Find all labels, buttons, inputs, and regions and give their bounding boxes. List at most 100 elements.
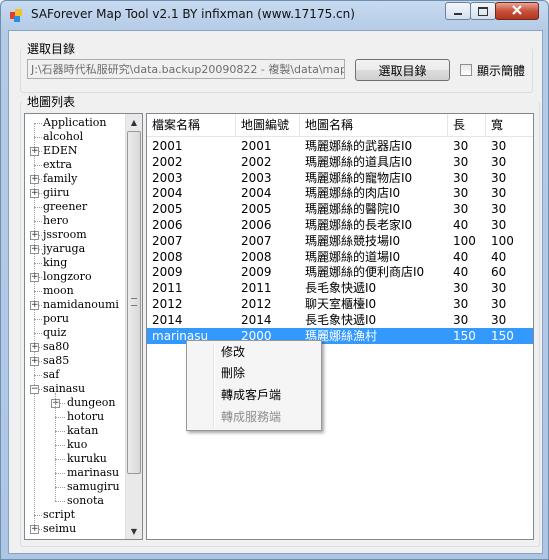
- cell-length: 30: [453, 297, 469, 311]
- scroll-up-arrow-icon[interactable]: ▲: [126, 114, 142, 130]
- tree-node[interactable]: EDEN: [43, 144, 78, 158]
- tree-node[interactable]: saf: [43, 368, 59, 382]
- tree-child-node[interactable]: dungeon: [67, 396, 115, 410]
- tree-child-node[interactable]: marinasu: [67, 466, 119, 480]
- tree-node[interactable]: Application: [43, 116, 106, 130]
- menu-item-edit[interactable]: 修改: [221, 342, 245, 362]
- table-row[interactable]: 2001 2001 瑪麗娜絲的武器店I0 30 30: [147, 138, 533, 154]
- expand-icon[interactable]: +: [30, 147, 39, 156]
- expand-icon[interactable]: +: [30, 357, 39, 366]
- tree-node[interactable]: giiru: [43, 186, 69, 200]
- expand-icon[interactable]: +: [30, 525, 39, 534]
- expand-icon[interactable]: +: [30, 175, 39, 184]
- cell-map-id: 2003: [241, 170, 272, 185]
- tree-vertical-scrollbar[interactable]: ▲ ▼: [125, 114, 142, 539]
- tree-node[interactable]: namidanoumi: [43, 298, 119, 312]
- table-row[interactable]: 2012 2012 聊天室櫃檯I0 30 30: [147, 296, 533, 312]
- cell-length: 100: [453, 233, 476, 248]
- tree-node[interactable]: sainasu: [43, 382, 85, 396]
- grip-icon: [131, 298, 137, 306]
- browse-folder-button[interactable]: 選取目錄: [355, 59, 450, 81]
- tree-node[interactable]: extra: [43, 158, 72, 172]
- tree-node[interactable]: script: [43, 508, 75, 522]
- tree-node[interactable]: sa80: [43, 340, 69, 354]
- tree-branch-line: [34, 207, 42, 208]
- cell-map-id: 2009: [241, 265, 272, 280]
- column-header-map-name[interactable]: 地圖名稱: [300, 114, 448, 136]
- tree-node[interactable]: hero: [43, 214, 68, 228]
- cell-filename: 2009: [152, 265, 183, 280]
- tree-node[interactable]: alcohol: [43, 130, 83, 144]
- table-row[interactable]: 2008 2008 瑪麗娜絲的道場I0 40 40: [147, 249, 533, 265]
- cell-map-id: 2005: [241, 202, 272, 217]
- expand-icon[interactable]: +: [30, 189, 39, 198]
- tree-child-node[interactable]: katan: [67, 424, 98, 438]
- maximize-button[interactable]: [470, 2, 496, 20]
- table-row[interactable]: 2014 2014 長毛象快遞I0 30 30: [147, 312, 533, 328]
- column-header-width[interactable]: 寬: [486, 114, 533, 136]
- column-header-length[interactable]: 長: [448, 114, 486, 136]
- menu-item-to-server: 轉成服務端: [221, 410, 282, 424]
- tree-node[interactable]: seimu: [43, 522, 76, 536]
- tree-node[interactable]: quiz: [43, 326, 66, 340]
- close-button[interactable]: [495, 2, 539, 20]
- cell-map-name: 瑪麗娜絲競技場I0: [305, 233, 401, 248]
- tree-child-node[interactable]: kuruku: [67, 452, 107, 466]
- cell-width: 30: [491, 186, 507, 201]
- show-simplified-checkbox[interactable]: [460, 64, 472, 76]
- menu-item-to-client[interactable]: 轉成客戶端: [221, 385, 281, 405]
- cell-length: 30: [453, 186, 469, 201]
- context-menu: 修改 刪除 轉成客戶端 轉成服務端: [186, 340, 322, 431]
- tree-node[interactable]: greener: [43, 200, 87, 214]
- tree-branch-line: [34, 263, 42, 264]
- cell-filename: 2014: [152, 312, 183, 327]
- tree-node[interactable]: jyaruga: [43, 242, 85, 256]
- tree-branch-line: [34, 221, 42, 222]
- table-row[interactable]: 2002 2002 瑪麗娜絲的道具店I0 30 30: [147, 154, 533, 170]
- scroll-thumb[interactable]: [127, 131, 141, 474]
- tree-child-node[interactable]: sonota: [67, 494, 104, 508]
- expand-icon[interactable]: +: [30, 301, 39, 310]
- tree-node[interactable]: family: [43, 172, 77, 186]
- folder-tree[interactable]: Application alcohol + EDEN extra + family + giir…: [24, 113, 143, 540]
- table-row[interactable]: 2011 2011 長毛象快遞I0 30 30: [147, 280, 533, 296]
- cell-length: 40: [453, 265, 469, 280]
- show-simplified-label: 顯示簡體: [477, 64, 526, 78]
- cell-map-name: 瑪麗娜絲的道場I0: [305, 249, 401, 264]
- table-row[interactable]: 2003 2003 瑪麗娜絲的寵物店I0 30 30: [147, 170, 533, 186]
- tree-child-node[interactable]: samugiru: [67, 480, 120, 494]
- table-row[interactable]: 2004 2004 瑪麗娜絲的肉店I0 30 30: [147, 185, 533, 201]
- tree-node[interactable]: poru: [43, 312, 69, 326]
- expand-icon[interactable]: +: [30, 273, 39, 282]
- client-area: 選取目錄 J:\石器時代私服研究\data.backup20090822 - 複…: [8, 30, 543, 554]
- column-header-filename[interactable]: 檔案名稱: [147, 114, 236, 136]
- tree-node[interactable]: moon: [43, 284, 74, 298]
- expand-icon[interactable]: +: [30, 231, 39, 240]
- tree-node[interactable]: longzoro: [43, 270, 92, 284]
- tree-node[interactable]: sa85: [43, 354, 69, 368]
- scroll-down-arrow-icon[interactable]: ▼: [126, 523, 142, 539]
- tree-node[interactable]: king: [43, 256, 67, 270]
- tree-child-node[interactable]: kuo: [67, 438, 87, 452]
- table-row[interactable]: 2006 2006 瑪麗娜絲的長老家I0 40 30: [147, 217, 533, 233]
- folder-path-field[interactable]: J:\石器時代私服研究\data.backup20090822 - 複製\dat…: [27, 59, 345, 79]
- minimize-button[interactable]: [445, 2, 471, 20]
- title-bar[interactable]: SAForever Map Tool v2.1 BY infixman (www…: [1, 1, 548, 29]
- tree-child-node[interactable]: hotoru: [67, 410, 104, 424]
- table-row[interactable]: 2009 2009 瑪麗娜絲的便利商店I0 40 60: [147, 264, 533, 280]
- map-table[interactable]: 檔案名稱 地圖編號 地圖名稱 長 寬 2001 2001 瑪麗娜絲的武器店I0 30 3…: [146, 113, 534, 540]
- tree-branch-line: [34, 165, 42, 166]
- cell-width: 30: [491, 281, 507, 296]
- table-row[interactable]: 2005 2005 瑪麗娜絲的醫院I0 30 30: [147, 201, 533, 217]
- expand-icon[interactable]: +: [30, 245, 39, 254]
- cell-map-name: 瑪麗娜絲的肉店I0: [305, 186, 401, 201]
- cell-filename: 2007: [152, 233, 183, 248]
- cell-map-name: 長毛象快遞I0: [305, 281, 377, 296]
- cell-width: 30: [491, 154, 507, 169]
- column-header-map-id[interactable]: 地圖編號: [236, 114, 300, 136]
- tree-node[interactable]: jssroom: [43, 228, 87, 242]
- menu-item-delete[interactable]: 刪除: [221, 363, 245, 383]
- table-row[interactable]: 2007 2007 瑪麗娜絲競技場I0 100 100: [147, 233, 533, 249]
- collapse-icon[interactable]: −: [30, 385, 39, 394]
- expand-icon[interactable]: +: [30, 343, 39, 352]
